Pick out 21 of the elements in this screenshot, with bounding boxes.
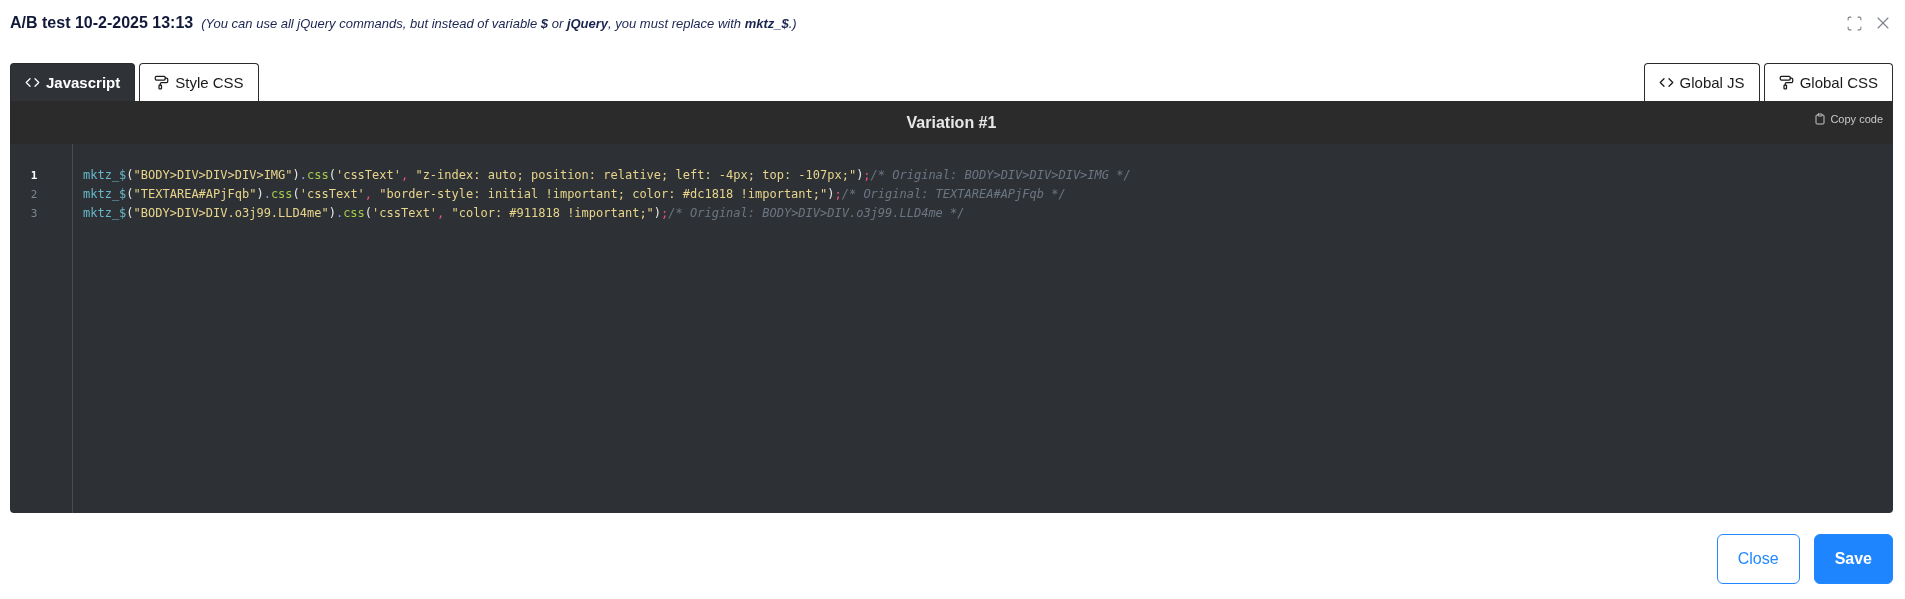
editor-title: Variation #1: [906, 113, 997, 132]
paint-roller-icon: [154, 75, 170, 90]
tab[interactable]: Global JS: [1643, 63, 1760, 101]
code-line: mktz_$("BODY>DIV>DIV>DIV>IMG").css('cssText', "z-index: auto; position: relative; left: -4px; top: -107px;");/* Original: BODY>DIV>DIV>DIV>IMG */: [83, 167, 1131, 184]
copy-code-button[interactable]: Copy code: [1814, 113, 1883, 125]
dialog-title: A/B test 10-2-2025 13:13: [10, 14, 194, 32]
save-button[interactable]: Save: [1813, 534, 1893, 584]
code-icon: [1658, 75, 1674, 90]
tab[interactable]: Global CSS: [1763, 63, 1893, 101]
line-number: 1: [29, 168, 39, 184]
tab[interactable]: Javascript: [10, 63, 136, 101]
paint-roller-icon: [1778, 75, 1794, 90]
code-line: mktz_$("TEXTAREA#APjFqb").css('cssText', "border-style: initial !important; color: #dc1818 !important;");/* Original: TEXTAREA#APjFqb */: [83, 186, 1067, 203]
tab[interactable]: Style CSS: [139, 63, 259, 101]
close-button[interactable]: Close: [1716, 534, 1800, 584]
line-number: 3: [29, 206, 39, 222]
code-line: mktz_$("BODY>DIV>DIV.o3j99.LLD4me").css('cssText', "color: #911818 !important;");/* Original: BODY>DIV>DIV.o3j99.LLD4me */: [83, 205, 966, 222]
clipboard-icon: [1814, 113, 1827, 125]
maximize-icon[interactable]: [1846, 14, 1863, 32]
line-number: 2: [29, 187, 39, 203]
code-icon: [25, 75, 40, 90]
